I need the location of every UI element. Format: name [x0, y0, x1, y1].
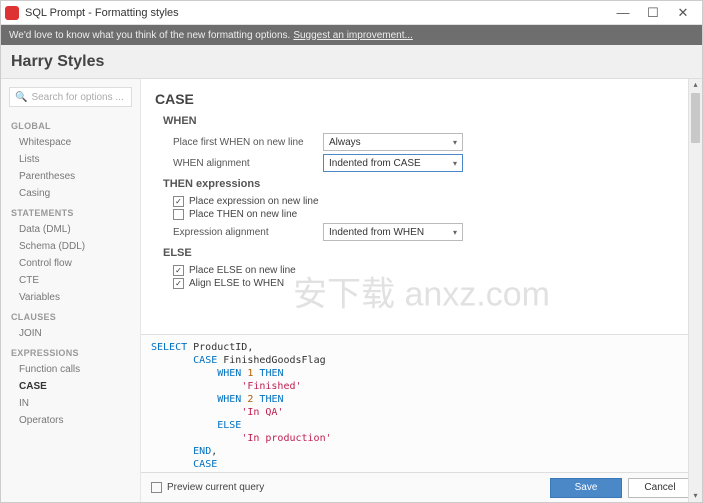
sidebar-item-cte[interactable]: CTE — [1, 272, 140, 289]
select-when-align[interactable]: Indented from CASE ▾ — [323, 154, 463, 172]
feedback-banner: We'd love to know what you think of the … — [1, 25, 702, 45]
row-when-align: WHEN alignment Indented from CASE ▾ — [173, 154, 684, 172]
nav-group-header: EXPRESSIONS — [1, 342, 140, 361]
label-first-when: Place first WHEN on new line — [173, 137, 323, 148]
options-scroll: CASE WHEN Place first WHEN on new line A… — [141, 79, 702, 334]
chevron-down-icon: ▾ — [453, 159, 457, 168]
else-heading: ELSE — [163, 247, 684, 259]
sidebar-item-function-calls[interactable]: Function calls — [1, 361, 140, 378]
footer: Preview current query Save Cancel — [141, 472, 702, 502]
app-icon — [5, 6, 19, 20]
search-placeholder: Search for options ... — [31, 92, 123, 103]
then-heading: THEN expressions — [163, 178, 684, 190]
select-expr-align[interactable]: Indented from WHEN ▾ — [323, 223, 463, 241]
suggest-link[interactable]: Suggest an improvement... — [293, 30, 413, 41]
ribbon: Harry Styles — [1, 45, 702, 79]
style-name: Harry Styles — [11, 53, 104, 71]
nav-group-header: STATEMENTS — [1, 202, 140, 221]
check-then-newline[interactable]: Place THEN on new line — [173, 209, 684, 220]
sidebar-item-variables[interactable]: Variables — [1, 289, 140, 306]
check-preview-current[interactable]: Preview current query — [151, 482, 264, 493]
label-expr-align: Expression alignment — [173, 227, 323, 238]
nav-group-header: CLAUSES — [1, 306, 140, 325]
check-expr-newline[interactable]: Place expression on new line — [173, 196, 684, 207]
check-else-newline[interactable]: Place ELSE on new line — [173, 265, 684, 276]
content-panel: CASE WHEN Place first WHEN on new line A… — [141, 79, 702, 502]
section-title: CASE — [155, 91, 684, 107]
sql-preview: SELECT ProductID, CASE FinishedGoodsFlag… — [141, 334, 702, 472]
chevron-down-icon: ▾ — [453, 228, 457, 237]
row-first-when: Place first WHEN on new line Always ▾ — [173, 133, 684, 151]
scroll-thumb[interactable] — [691, 93, 700, 143]
when-heading: WHEN — [163, 115, 684, 127]
banner-text: We'd love to know what you think of the … — [9, 30, 290, 41]
search-input[interactable]: 🔍 Search for options ... — [9, 87, 132, 107]
label-when-align: WHEN alignment — [173, 158, 323, 169]
cancel-button[interactable]: Cancel — [628, 478, 692, 498]
titlebar: SQL Prompt - Formatting styles ― ☐ ✕ — [1, 1, 702, 25]
scrollbar[interactable]: ▴ ▾ — [688, 79, 702, 334]
minimize-button[interactable]: ― — [608, 2, 638, 24]
sidebar-item-join[interactable]: JOIN — [1, 325, 140, 342]
sidebar-item-case[interactable]: CASE — [1, 378, 140, 395]
sidebar-item-whitespace[interactable]: Whitespace — [1, 134, 140, 151]
sidebar-item-data-dml-[interactable]: Data (DML) — [1, 221, 140, 238]
checkbox-icon — [151, 482, 162, 493]
sidebar-item-in[interactable]: IN — [1, 395, 140, 412]
checkbox-icon — [173, 265, 184, 276]
checkbox-icon — [173, 196, 184, 207]
maximize-button[interactable]: ☐ — [638, 2, 668, 24]
close-button[interactable]: ✕ — [668, 2, 698, 24]
window-title: SQL Prompt - Formatting styles — [25, 7, 608, 19]
sidebar-item-casing[interactable]: Casing — [1, 185, 140, 202]
sidebar-item-operators[interactable]: Operators — [1, 412, 140, 429]
sidebar-item-lists[interactable]: Lists — [1, 151, 140, 168]
sidebar-item-parentheses[interactable]: Parentheses — [1, 168, 140, 185]
checkbox-icon — [173, 209, 184, 220]
sidebar: 🔍 Search for options ... GLOBALWhitespac… — [1, 79, 141, 502]
checkbox-icon — [173, 278, 184, 289]
save-button[interactable]: Save — [550, 478, 622, 498]
row-expr-align: Expression alignment Indented from WHEN … — [173, 223, 684, 241]
chevron-down-icon: ▾ — [453, 138, 457, 147]
sidebar-item-control-flow[interactable]: Control flow — [1, 255, 140, 272]
main: 🔍 Search for options ... GLOBALWhitespac… — [1, 79, 702, 502]
select-first-when[interactable]: Always ▾ — [323, 133, 463, 151]
sidebar-item-schema-ddl-[interactable]: Schema (DDL) — [1, 238, 140, 255]
check-align-else[interactable]: Align ELSE to WHEN — [173, 278, 684, 289]
scroll-up-icon[interactable]: ▴ — [689, 79, 702, 91]
nav-group-header: GLOBAL — [1, 115, 140, 134]
search-icon: 🔍 — [15, 92, 27, 103]
